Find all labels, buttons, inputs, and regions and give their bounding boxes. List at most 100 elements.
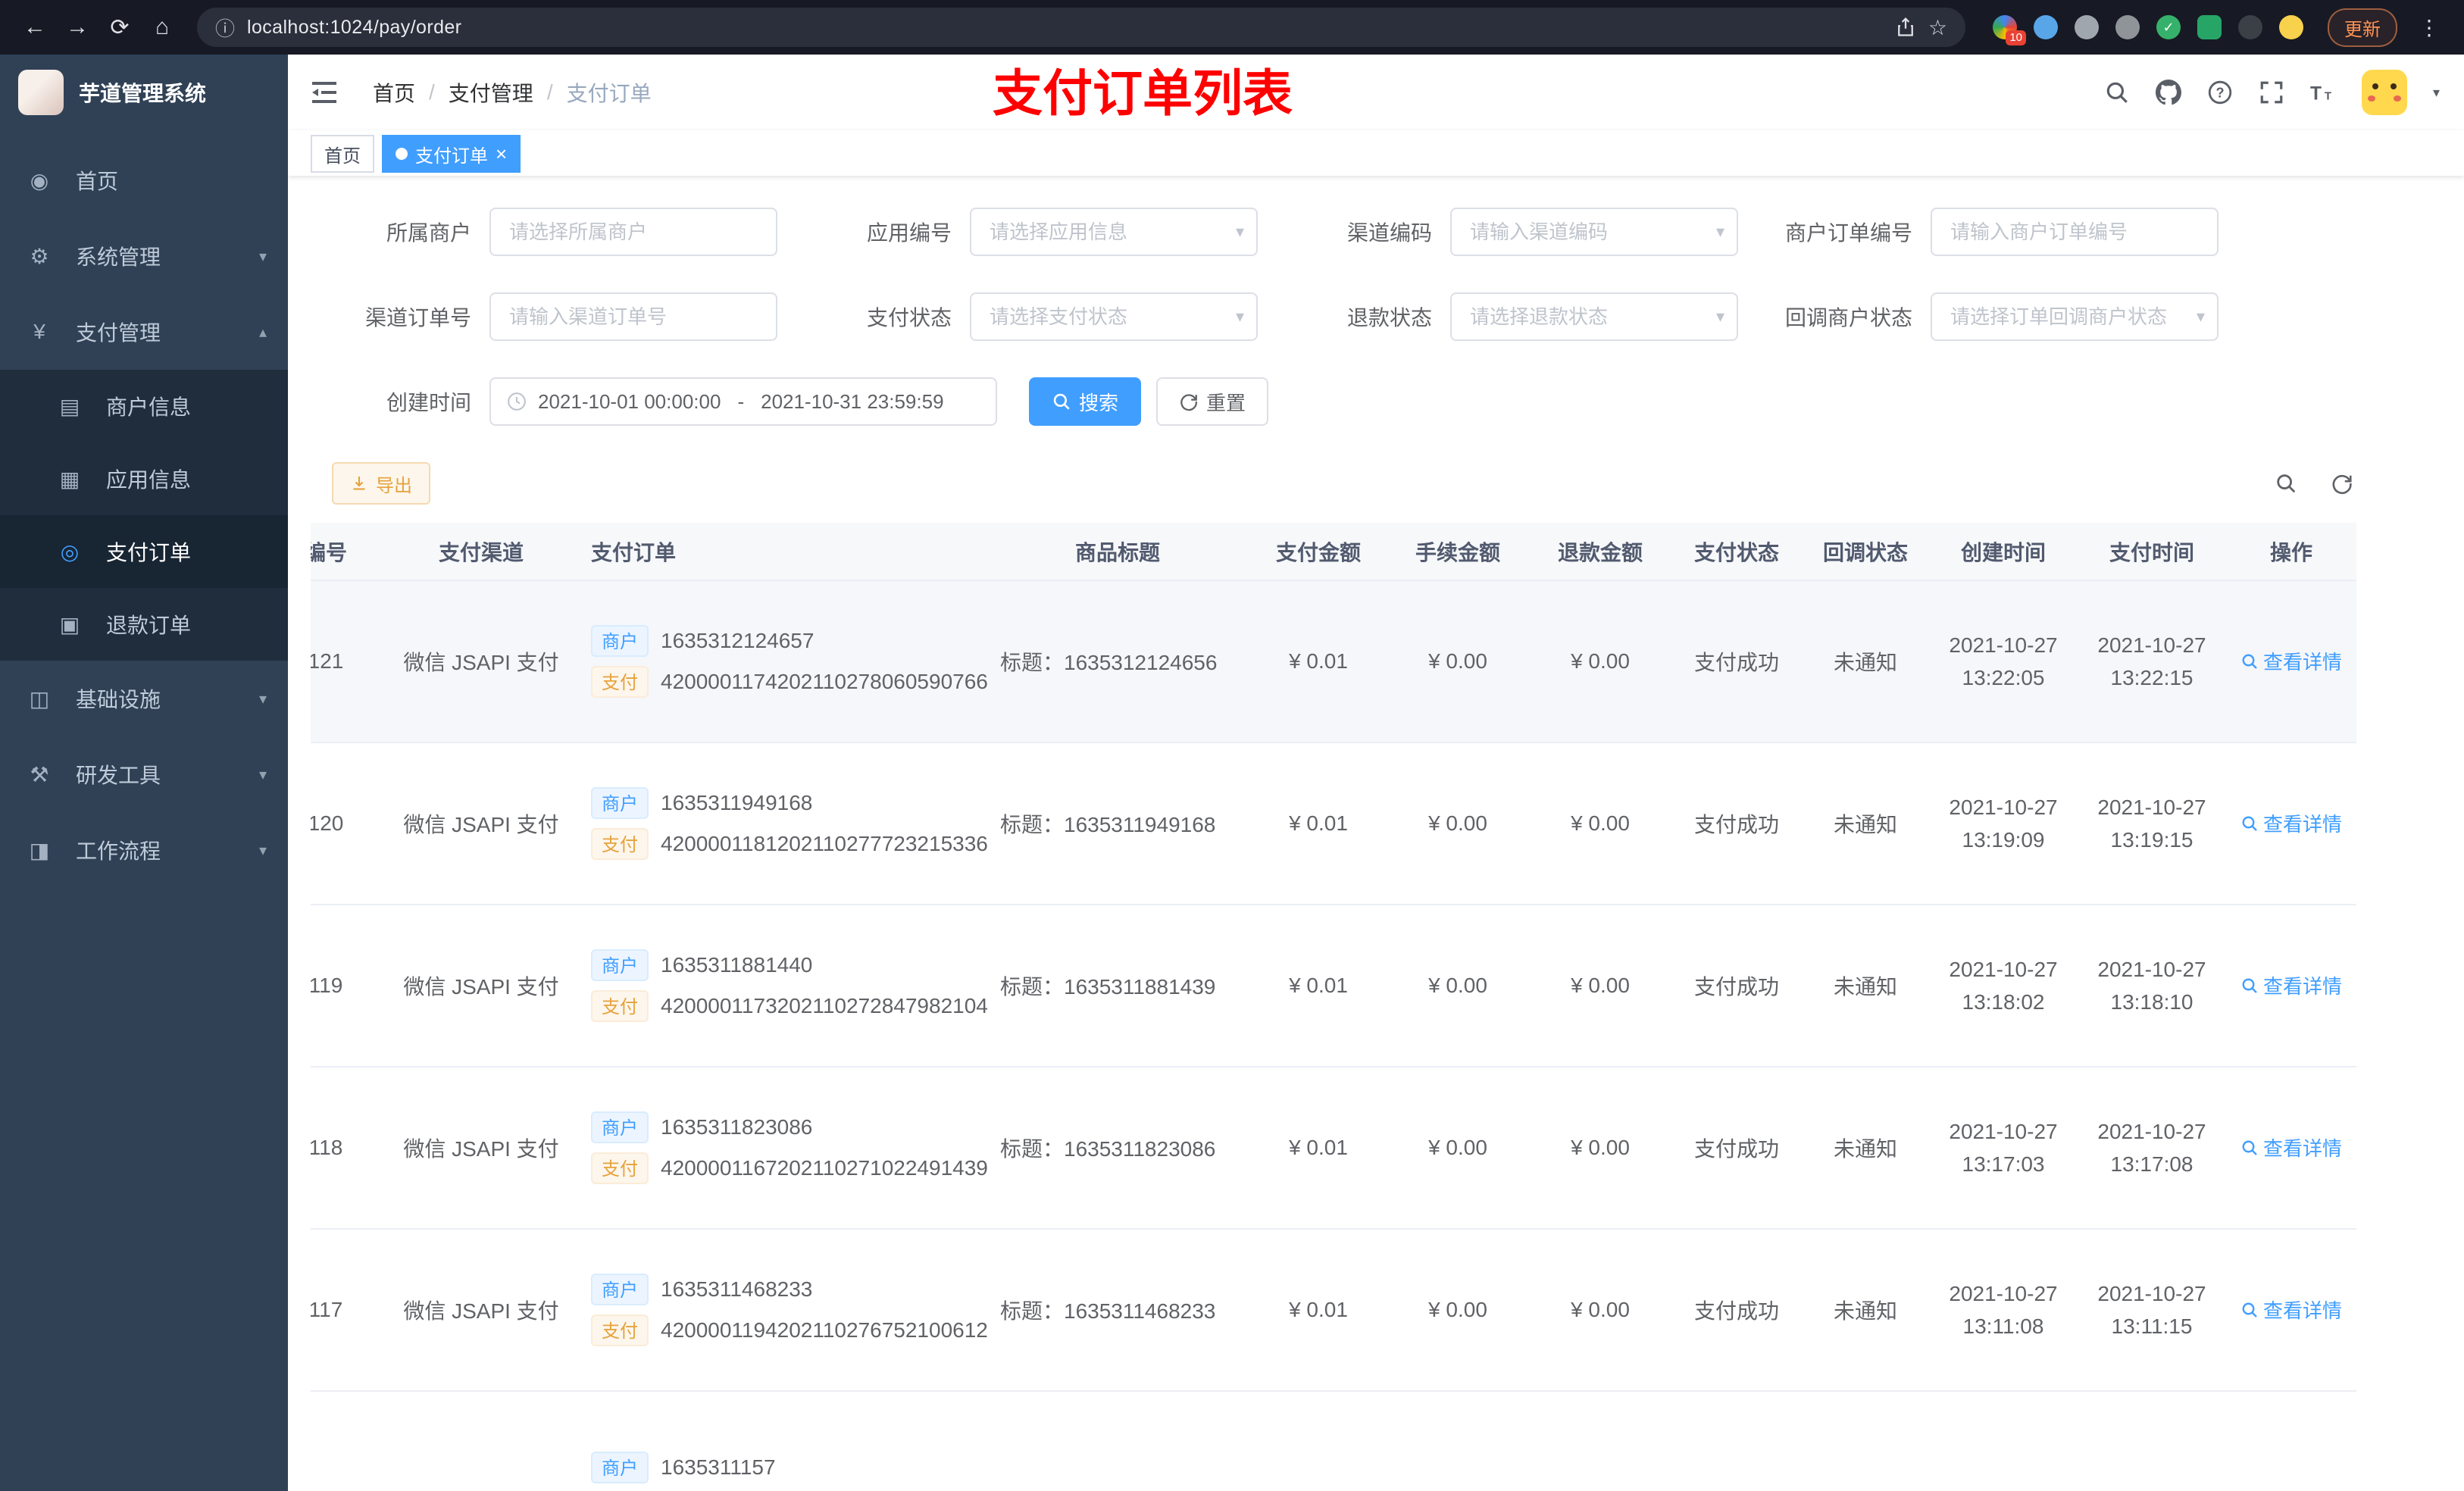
cell-actions: 查看详情: [2226, 905, 2356, 1067]
bookmark-star-icon[interactable]: ☆: [1928, 15, 1947, 40]
breadcrumb-payment[interactable]: 支付管理: [449, 77, 533, 108]
pay-tag: 支付: [591, 666, 649, 698]
refresh-table-icon[interactable]: [2331, 472, 2353, 495]
pay-tag: 支付: [591, 828, 649, 860]
profile-avatar-icon[interactable]: [2279, 15, 2303, 39]
site-info-icon[interactable]: ⓘ: [215, 14, 235, 42]
view-detail-link[interactable]: 查看详情: [2240, 647, 2342, 675]
sidebar-item-merchant-info[interactable]: ▤ 商户信息: [0, 370, 288, 442]
sidebar-item-system[interactable]: ⚙ 系统管理 ▾: [0, 218, 288, 294]
channel-code-select[interactable]: ▾: [1450, 208, 1738, 256]
extension-icon[interactable]: 10: [1993, 15, 2026, 45]
tab-home[interactable]: 首页: [311, 135, 374, 173]
table-row[interactable]: 119 微信 JSAPI 支付 商户 1635311881440 支付 4200…: [311, 905, 2356, 1067]
reset-button[interactable]: 重置: [1156, 377, 1269, 426]
merchant-order-no-field[interactable]: [1931, 208, 2219, 256]
sidebar-item-app-info[interactable]: ▦ 应用信息: [0, 442, 288, 515]
table-row[interactable]: 118 微信 JSAPI 支付 商户 1635311823086 支付 4200…: [311, 1067, 2356, 1230]
extension-icon[interactable]: [2238, 15, 2262, 39]
channel-order-no: 4200001181202110277723215336: [661, 832, 988, 855]
forward-icon[interactable]: →: [58, 8, 97, 47]
cell-channel: 微信 JSAPI 支付: [386, 580, 576, 743]
view-detail-link[interactable]: 查看详情: [2240, 971, 2342, 999]
cell-status: 支付成功: [1671, 742, 1802, 905]
sidebar-item-home[interactable]: ◉ 首页: [0, 142, 288, 218]
collapse-sidebar-icon[interactable]: [312, 79, 339, 106]
address-bar[interactable]: ⓘ localhost:1024/pay/order ☆: [197, 8, 1965, 47]
view-detail-link[interactable]: 查看详情: [2240, 1133, 2342, 1161]
pay-status-select[interactable]: ▾: [970, 292, 1258, 341]
extension-icon[interactable]: [2197, 15, 2222, 39]
cell-pay-order: 商户 1635312124657 支付 42000011742021102780…: [576, 580, 988, 743]
table-row[interactable]: 120 微信 JSAPI 支付 商户 1635311949168 支付 4200…: [311, 742, 2356, 905]
field-label: 渠道订单号: [364, 306, 471, 330]
app-no-select-input[interactable]: [970, 208, 1258, 256]
help-icon[interactable]: ?: [2207, 80, 2233, 105]
table-toolbar: 导出: [332, 462, 2441, 505]
share-icon[interactable]: [1895, 17, 1916, 38]
channel-order-no-input[interactable]: [489, 292, 777, 341]
user-avatar[interactable]: [2361, 70, 2407, 115]
channel-order-no-field[interactable]: [489, 292, 777, 341]
cell-pay-time: 2021-10-27 13:19:15: [2078, 742, 2226, 905]
extension-icon[interactable]: ✓: [2156, 15, 2181, 39]
cell-fee: ¥ 0.00: [1387, 580, 1529, 743]
merchant-order-no-input[interactable]: [1931, 208, 2219, 256]
search-button[interactable]: 搜索: [1029, 377, 1142, 426]
cell-channel: 微信 JSAPI 支付: [386, 742, 576, 905]
pay-tag: 支付: [591, 1314, 649, 1346]
merchant-select[interactable]: [489, 208, 777, 256]
browser-menu-icon[interactable]: ⋮: [2409, 8, 2449, 47]
sidebar-item-devtools[interactable]: ⚒ 研发工具 ▾: [0, 736, 288, 812]
sidebar-item-payment[interactable]: ¥ 支付管理 ▴: [0, 294, 288, 370]
channel-code-input[interactable]: [1450, 208, 1738, 256]
cell-title: [985, 1391, 1250, 1491]
cell-actions: [2226, 1391, 2356, 1491]
app-no-select[interactable]: ▾: [970, 208, 1258, 256]
extension-icon[interactable]: [2075, 15, 2099, 39]
view-detail-link[interactable]: 查看详情: [2240, 809, 2342, 837]
table-row[interactable]: 121 微信 JSAPI 支付 商户 1635312124657 支付 4200…: [311, 580, 2356, 743]
cell-id: 120: [311, 742, 386, 905]
sidebar-item-workflow[interactable]: ◨ 工作流程 ▾: [0, 812, 288, 888]
font-size-icon[interactable]: TT: [2310, 80, 2336, 105]
table-row[interactable]: 117 微信 JSAPI 支付 商户 1635311468233 支付 4200…: [311, 1229, 2356, 1392]
view-detail-link[interactable]: 查看详情: [2240, 1296, 2342, 1324]
sidebar-item-pay-order[interactable]: ◎ 支付订单: [0, 515, 288, 588]
search-icon[interactable]: [2104, 80, 2130, 105]
close-icon[interactable]: ×: [496, 144, 507, 164]
merchant-select-input[interactable]: [489, 208, 777, 256]
extension-icon[interactable]: [2115, 15, 2140, 39]
tab-pay-order[interactable]: 支付订单 ×: [382, 135, 521, 173]
home-icon[interactable]: ⌂: [142, 8, 182, 47]
notify-status-input[interactable]: [1931, 292, 2219, 341]
cell-channel: 微信 JSAPI 支付: [386, 1229, 576, 1392]
cell-refund: [1529, 1391, 1671, 1491]
refund-status-select[interactable]: ▾: [1450, 292, 1738, 341]
sidebar-item-infra[interactable]: ◫ 基础设施 ▾: [0, 661, 288, 736]
extension-icon[interactable]: [2034, 15, 2058, 39]
back-icon[interactable]: ←: [15, 8, 55, 47]
sidebar-item-refund-order[interactable]: ▣ 退款订单: [0, 588, 288, 661]
column-header: 退款金额: [1529, 523, 1671, 581]
table-row[interactable]: 商户 1635311157: [311, 1391, 2356, 1491]
magnifier-icon: [2242, 1302, 2257, 1318]
create-time-range-picker[interactable]: 2021-10-01 00:00:00 - 2021-10-31 23:59:5…: [489, 377, 997, 426]
cell-status: 支付成功: [1671, 1229, 1802, 1392]
notify-status-select[interactable]: ▾: [1931, 292, 2219, 341]
pay-status-input[interactable]: [970, 292, 1258, 341]
user-menu-caret-icon[interactable]: ▾: [2433, 85, 2440, 101]
field-label: 支付状态: [866, 306, 952, 330]
cell-notify: 未通知: [1802, 742, 1929, 905]
refresh-icon: [1180, 394, 1197, 411]
reload-icon[interactable]: ⟳: [100, 8, 139, 47]
cell-fee: ¥ 0.00: [1387, 905, 1529, 1067]
search-toggle-icon[interactable]: [2275, 472, 2297, 495]
github-icon[interactable]: [2155, 80, 2181, 105]
breadcrumb-home[interactable]: 首页: [373, 77, 415, 108]
fullscreen-icon[interactable]: [2259, 80, 2284, 105]
export-button[interactable]: 导出: [332, 462, 430, 505]
refund-status-input[interactable]: [1450, 292, 1738, 341]
merchant-order-no: 1635311949168: [661, 791, 813, 814]
update-button[interactable]: 更新: [2328, 8, 2397, 47]
